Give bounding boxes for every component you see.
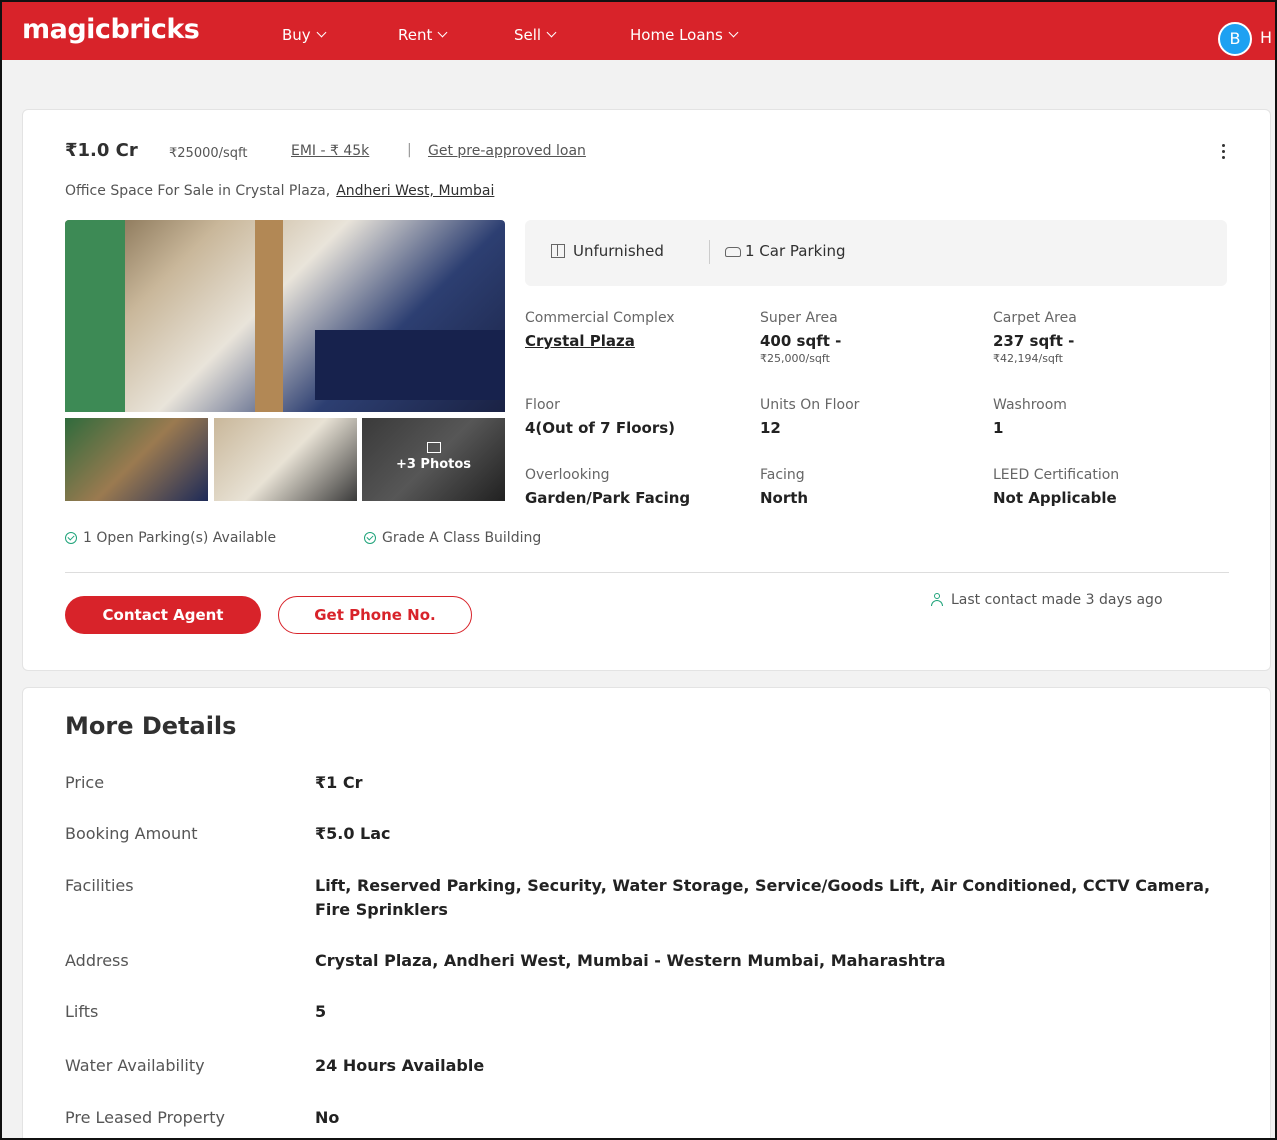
photo-thumbnail[interactable]: [214, 418, 357, 501]
locality-link[interactable]: Andheri West, Mumbai: [336, 183, 494, 199]
detail-value: Lift, Reserved Parking, Security, Water …: [315, 876, 1211, 919]
more-photos-label: +3 Photos: [395, 457, 472, 472]
separator: |: [407, 142, 412, 158]
contact-agent-button[interactable]: Contact Agent: [65, 596, 261, 634]
attr-value: 4(Out of 7 Floors): [525, 419, 676, 437]
feature-label: 1 Open Parking(s) Available: [83, 530, 277, 546]
chevron-down-icon: [546, 27, 557, 38]
nav-buy-label: Buy: [282, 26, 311, 44]
divider: [709, 240, 710, 264]
car-parking-label: 1 Car Parking: [745, 242, 846, 260]
user-icon: [931, 593, 943, 606]
price-per-sqft: ₹25000/sqft: [169, 146, 248, 161]
car-parking-info: 1 Car Parking: [725, 242, 846, 260]
attr-value: 400 sqft -: [760, 332, 842, 350]
nav-rent[interactable]: Rent: [398, 26, 448, 44]
attr-label: LEED Certification: [993, 467, 1120, 483]
detail-key: Price: [65, 773, 105, 792]
attr-label: Carpet Area: [993, 310, 1077, 326]
attr-value: 237 sqft -: [993, 332, 1075, 350]
emi-link[interactable]: EMI - ₹ 45k: [291, 143, 369, 159]
detail-key: Address: [65, 951, 129, 970]
more-options-icon[interactable]: [1221, 144, 1227, 162]
car-icon: [725, 247, 741, 257]
furnishing-label: Unfurnished: [573, 242, 664, 260]
section-title: More Details: [65, 712, 237, 740]
detail-key: Water Availability: [65, 1056, 205, 1075]
attr-carpet-area: Carpet Area 237 sqft - ₹42,194/sqft: [993, 310, 1077, 365]
listing-price: ₹1.0 Cr: [65, 140, 138, 161]
detail-key: Facilities: [65, 876, 134, 895]
user-avatar[interactable]: B: [1218, 22, 1252, 56]
nav-rent-label: Rent: [398, 26, 433, 44]
complex-link[interactable]: Crystal Plaza: [525, 332, 675, 350]
attr-label: Commercial Complex: [525, 310, 675, 326]
feature-open-parking: 1 Open Parking(s) Available: [65, 530, 276, 546]
attr-value: 12: [760, 419, 781, 437]
detail-key: Booking Amount: [65, 824, 198, 843]
feature-label: Grade A Class Building: [382, 530, 542, 546]
nav-sell[interactable]: Sell: [514, 26, 557, 44]
attr-washroom: Washroom 1: [993, 397, 1067, 437]
attr-floor: Floor 4(Out of 7 Floors): [525, 397, 675, 437]
chevron-down-icon: [728, 27, 739, 38]
card-divider: [65, 572, 1229, 573]
listing-subtitle: Office Space For Sale in Crystal Plaza, A…: [65, 183, 494, 199]
nav-home-loans[interactable]: Home Loans: [630, 26, 739, 44]
page-frame: magicbricks Buy Rent Sell Home Loans B H…: [0, 0, 1277, 1140]
detail-value: 5: [315, 1002, 327, 1021]
attr-overlooking: Overlooking Garden/Park Facing: [525, 467, 690, 507]
property-listing-card: ₹1.0 Cr ₹25000/sqft EMI - ₹ 45k | Get pr…: [22, 109, 1271, 671]
check-circle-icon: [364, 532, 376, 544]
detail-value: ₹1 Cr: [315, 773, 363, 792]
attr-subvalue: ₹42,194/sqft: [993, 352, 1063, 365]
attr-value: Not Applicable: [993, 489, 1117, 507]
site-logo[interactable]: magicbricks: [22, 14, 200, 45]
attr-facing: Facing North: [760, 467, 808, 507]
chevron-down-icon: [437, 27, 448, 38]
attr-label: Overlooking: [525, 467, 610, 483]
main-property-photo[interactable]: [65, 220, 505, 412]
attr-units-on-floor: Units On Floor 12: [760, 397, 859, 437]
detail-key: Pre Leased Property: [65, 1108, 225, 1127]
attr-label: Facing: [760, 467, 805, 483]
more-details-card: More Details Price ₹1 Cr Booking Amount …: [22, 687, 1271, 1138]
more-photos-thumbnail[interactable]: +3 Photos: [362, 418, 505, 501]
detail-value: 24 Hours Available: [315, 1056, 485, 1075]
attr-value: Garden/Park Facing: [525, 489, 691, 507]
last-contact-info: Last contact made 3 days ago: [931, 592, 1163, 608]
detail-value: No: [315, 1108, 340, 1127]
user-menu-label[interactable]: H: [1260, 28, 1272, 47]
nav-sell-label: Sell: [514, 26, 542, 44]
attr-super-area: Super Area 400 sqft - ₹25,000/sqft: [760, 310, 841, 365]
last-contact-label: Last contact made 3 days ago: [951, 592, 1163, 608]
detail-key: Lifts: [65, 1002, 99, 1021]
attr-commercial-complex: Commercial Complex Crystal Plaza: [525, 310, 675, 350]
attr-value: North: [760, 489, 809, 507]
detail-value: Crystal Plaza, Andheri West, Mumbai - We…: [315, 951, 946, 970]
nav-home-loans-label: Home Loans: [630, 26, 723, 44]
nav-buy[interactable]: Buy: [282, 26, 327, 44]
listing-subtitle-text: Office Space For Sale in Crystal Plaza,: [65, 183, 331, 199]
furniture-icon: [551, 244, 565, 258]
chevron-down-icon: [316, 27, 327, 38]
attr-label: Washroom: [993, 397, 1067, 413]
attr-label: Units On Floor: [760, 397, 860, 413]
get-phone-button[interactable]: Get Phone No.: [278, 596, 472, 634]
attr-leed-certification: LEED Certification Not Applicable: [993, 467, 1119, 507]
gallery-icon: [426, 442, 441, 453]
property-summary-strip: Unfurnished 1 Car Parking: [525, 220, 1227, 286]
photo-thumbnail[interactable]: [65, 418, 208, 501]
pre-approved-loan-link[interactable]: Get pre-approved loan: [428, 143, 586, 159]
attr-label: Floor: [525, 397, 560, 413]
attr-value: 1: [993, 419, 1004, 437]
attr-subvalue: ₹25,000/sqft: [760, 352, 830, 365]
feature-grade-a: Grade A Class Building: [364, 530, 541, 546]
detail-value: ₹5.0 Lac: [315, 824, 391, 843]
attr-label: Super Area: [760, 310, 838, 326]
furnishing-status: Unfurnished: [551, 242, 664, 260]
check-circle-icon: [65, 532, 77, 544]
top-navigation-bar: magicbricks Buy Rent Sell Home Loans B H: [2, 2, 1275, 60]
